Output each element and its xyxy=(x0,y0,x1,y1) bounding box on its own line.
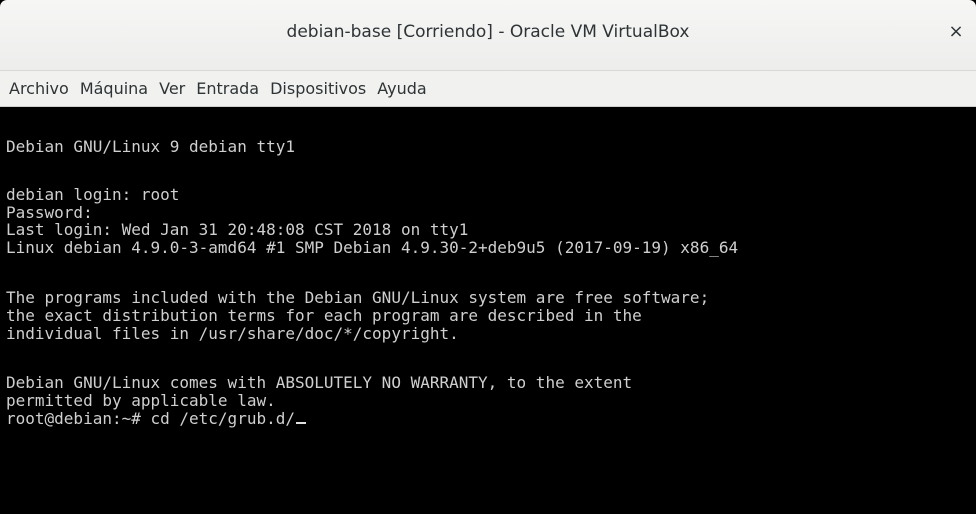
console-line-motd-1: The programs included with the Debian GN… xyxy=(6,288,710,307)
menu-bar: Archivo Máquina Ver Entrada Dispositivos… xyxy=(0,71,976,107)
close-button[interactable]: × xyxy=(944,20,968,44)
console-line-warranty-2: permitted by applicable law. xyxy=(6,391,276,410)
window-title: debian-base [Corriendo] - Oracle VM Virt… xyxy=(286,22,690,42)
menu-entrada[interactable]: Entrada xyxy=(196,79,259,98)
console-prompt-line[interactable]: root@debian:~# cd /etc/grub.d/ xyxy=(6,410,306,428)
menu-dispositivos[interactable]: Dispositivos xyxy=(270,79,366,98)
vm-console[interactable]: Debian GNU/Linux 9 debian tty1 debian lo… xyxy=(0,107,976,514)
console-line-warranty-1: Debian GNU/Linux comes with ABSOLUTELY N… xyxy=(6,373,633,392)
menu-ayuda[interactable]: Ayuda xyxy=(377,79,426,98)
title-bar[interactable]: debian-base [Corriendo] - Oracle VM Virt… xyxy=(0,0,976,71)
console-line-tty: Debian GNU/Linux 9 debian tty1 xyxy=(6,137,295,156)
menu-ver[interactable]: Ver xyxy=(159,79,185,98)
console-line-motd-3: individual files in /usr/share/doc/*/cop… xyxy=(6,324,459,343)
menu-archivo[interactable]: Archivo xyxy=(9,79,69,98)
virtualbox-window: debian-base [Corriendo] - Oracle VM Virt… xyxy=(0,0,976,514)
console-line-last-login: Last login: Wed Jan 31 20:48:08 CST 2018… xyxy=(6,220,469,239)
console-line-motd-2: the exact distribution terms for each pr… xyxy=(6,306,642,325)
console-command: root@debian:~# cd /etc/grub.d/ xyxy=(6,409,295,428)
text-cursor xyxy=(295,422,306,424)
menu-maquina[interactable]: Máquina xyxy=(80,79,148,98)
console-line-kernel: Linux debian 4.9.0-3-amd64 #1 SMP Debian… xyxy=(6,238,739,257)
console-line-login: debian login: root xyxy=(6,185,180,204)
